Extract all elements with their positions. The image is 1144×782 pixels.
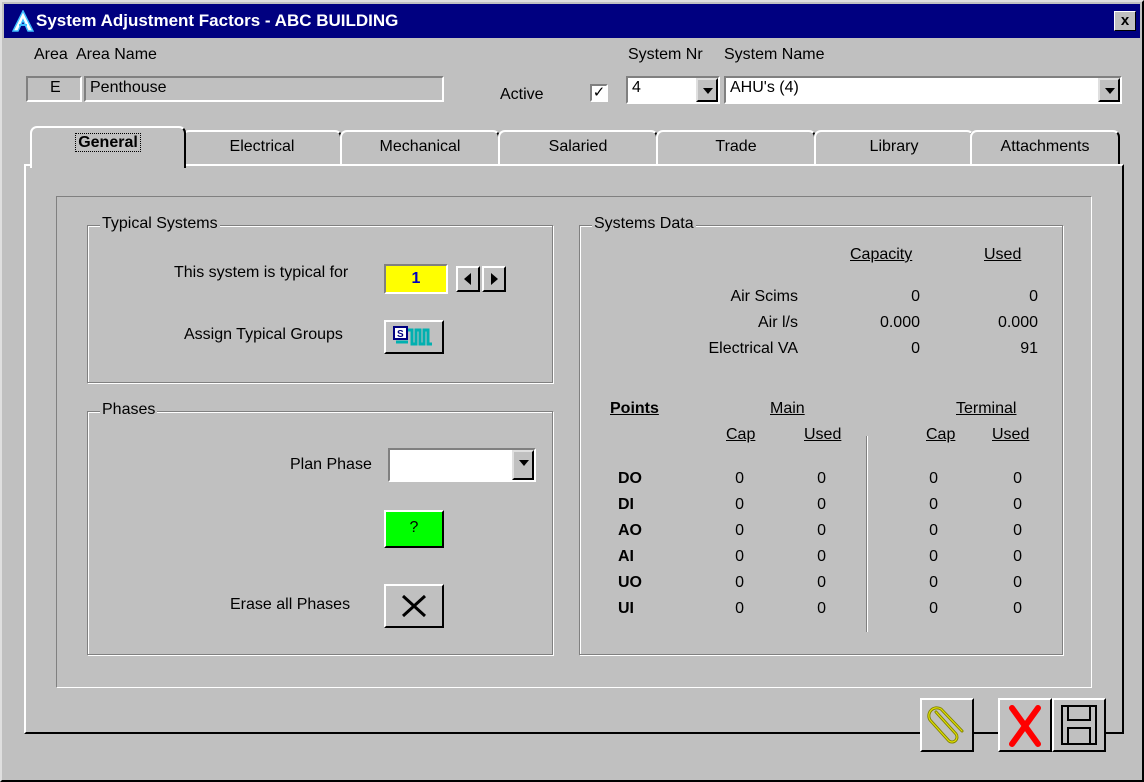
close-icon: x: [1120, 12, 1130, 29]
column-divider: [866, 436, 867, 632]
chevron-down-icon[interactable]: [696, 78, 718, 102]
typical-count-value: 1: [411, 270, 421, 287]
systems-data-legend: Systems Data: [592, 215, 696, 233]
area-label: Area: [34, 46, 68, 63]
main-header: Main: [770, 400, 805, 417]
tab-salaried[interactable]: Salaried: [498, 130, 658, 164]
erase-phases-label: Erase all Phases: [230, 596, 351, 613]
next-arrow-icon: [491, 273, 498, 285]
system-name-label: System Name: [724, 46, 825, 63]
phases-group: Phases Plan Phase ? Erase all Phases: [87, 401, 553, 655]
area-name-label: Area Name: [76, 46, 157, 63]
question-icon: ?: [409, 519, 419, 536]
terminal-used-header: Used: [992, 426, 1030, 443]
dialog-window: System Adjustment Factors - ABC BUILDING…: [0, 0, 1144, 782]
general-tab-panel: Typical Systems This system is typical f…: [24, 164, 1124, 752]
area-field[interactable]: E: [26, 76, 82, 102]
main-used-header: Used: [804, 426, 842, 443]
help-button[interactable]: ?: [384, 510, 444, 548]
erase-phases-button[interactable]: [384, 584, 444, 628]
tab-attachments[interactable]: Attachments: [970, 130, 1120, 164]
used-header: Used: [984, 246, 1022, 263]
system-nr-select[interactable]: 4: [626, 76, 720, 104]
title-bar[interactable]: System Adjustment Factors - ABC BUILDING…: [4, 4, 1140, 38]
typical-systems-legend: Typical Systems: [100, 215, 220, 233]
attach-button[interactable]: [920, 698, 974, 752]
chevron-down-icon[interactable]: [1098, 78, 1120, 102]
systems-data-group: Systems Data Capacity Used Air Scims 0 0…: [579, 215, 1063, 655]
active-label: Active: [500, 86, 544, 103]
window-title: System Adjustment Factors - ABC BUILDING: [36, 11, 399, 30]
typical-for-label: This system is typical for: [174, 264, 349, 281]
checkmark-icon: ✓: [592, 84, 606, 101]
system-name-value: AHU's (4): [730, 79, 799, 96]
terminal-cap-header: Cap: [926, 426, 956, 443]
area-value: E: [50, 79, 61, 96]
active-checkbox[interactable]: ✓: [590, 84, 608, 102]
prev-arrow-icon: [464, 273, 471, 285]
assign-groups-icon: S: [393, 326, 432, 346]
typical-count-field[interactable]: 1: [384, 264, 448, 294]
close-button[interactable]: x: [1114, 11, 1136, 31]
prev-button[interactable]: [456, 266, 480, 292]
tab-general[interactable]: General: [30, 126, 186, 168]
tab-library[interactable]: Library: [814, 130, 974, 164]
area-name-value: Penthouse: [90, 79, 167, 96]
capacity-header: Capacity: [850, 246, 913, 263]
area-name-field[interactable]: Penthouse: [84, 76, 444, 102]
cancel-button[interactable]: [998, 698, 1052, 752]
system-nr-label: System Nr: [628, 46, 703, 63]
svg-text:S: S: [397, 329, 404, 340]
next-button[interactable]: [482, 266, 506, 292]
system-nr-value: 4: [632, 79, 641, 96]
paperclip-icon: [927, 706, 964, 744]
save-button[interactable]: [1052, 698, 1106, 752]
assign-groups-button[interactable]: S: [384, 320, 444, 354]
terminal-header: Terminal: [956, 400, 1017, 417]
chevron-down-icon[interactable]: [512, 450, 534, 480]
save-disk-icon: [1061, 705, 1097, 745]
cancel-x-icon: [1009, 705, 1041, 747]
typical-systems-group: Typical Systems This system is typical f…: [87, 215, 553, 383]
content-frame: Typical Systems This system is typical f…: [56, 196, 1092, 688]
app-icon: [12, 10, 34, 32]
phases-legend: Phases: [100, 401, 158, 419]
plan-phase-label: Plan Phase: [290, 456, 372, 473]
assign-groups-label: Assign Typical Groups: [184, 326, 343, 343]
points-header: Points: [610, 400, 659, 417]
main-cap-header: Cap: [726, 426, 756, 443]
system-name-select[interactable]: AHU's (4): [724, 76, 1122, 104]
erase-x-icon: [401, 594, 427, 618]
tab-mechanical[interactable]: Mechanical: [340, 130, 500, 164]
tab-trade[interactable]: Trade: [656, 130, 816, 164]
tab-electrical[interactable]: Electrical: [182, 130, 342, 164]
plan-phase-select[interactable]: [388, 448, 536, 482]
